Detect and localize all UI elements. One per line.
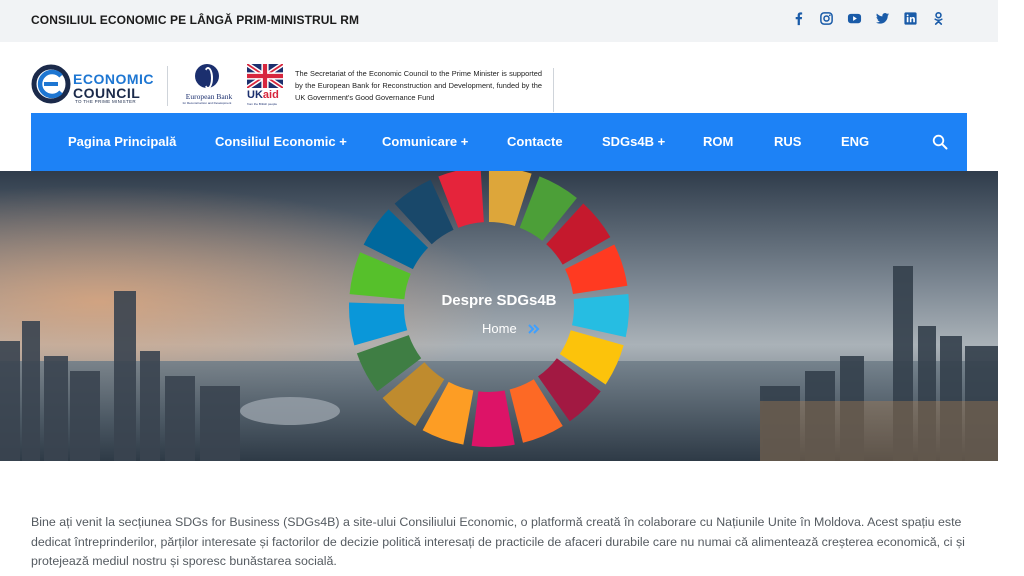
twitter-icon[interactable] — [875, 11, 890, 26]
odnoklassniki-icon[interactable] — [931, 11, 946, 26]
breadcrumb-home[interactable]: Home — [482, 321, 517, 336]
linkedin-icon[interactable] — [903, 11, 918, 26]
economic-council-logo[interactable]: ECONOMIC COUNCIL TO THE PRIME MINISTER — [31, 64, 161, 108]
ebrd-logo[interactable]: European Bank for Reconstruction and Dev… — [174, 62, 240, 108]
nav-item-eng[interactable]: ENG — [841, 134, 869, 149]
secretariat-support-text: The Secretariat of the Economic Council … — [295, 69, 542, 102]
hero-banner: Despre SDGs4B Home — [0, 171, 998, 461]
ebrd-name: European Bank — [185, 92, 233, 101]
header-divider — [553, 68, 554, 112]
sdg-wheel-segment — [471, 390, 515, 447]
ukaid-wordmark: UKaid — [247, 89, 279, 101]
intro-paragraph: Bine ați venit la secțiunea SDGs for Bus… — [31, 515, 965, 568]
nav-item-sdgs4b[interactable]: SDGs4B + — [602, 134, 665, 149]
ebrd-subtitle: for Reconstruction and Development — [182, 101, 232, 105]
sdg-color-wheel — [348, 171, 630, 447]
nav-item-home[interactable]: Pagina Principală — [68, 134, 176, 149]
instagram-icon[interactable] — [819, 11, 834, 26]
ukaid-logo[interactable]: UKaid from the British people — [247, 64, 283, 108]
youtube-icon[interactable] — [847, 11, 862, 26]
nav-item-contacte[interactable]: Contacte — [507, 134, 563, 149]
social-links — [791, 11, 946, 26]
nav-item-comunicare[interactable]: Comunicare + — [382, 134, 468, 149]
ukaid-tagline: from the British people — [247, 102, 278, 106]
double-chevron-right-icon — [528, 324, 540, 334]
page-title: Despre SDGs4B — [441, 292, 557, 309]
nav-item-rus[interactable]: RUS — [774, 134, 801, 149]
site-brand-title: CONSILIUL ECONOMIC PE LÂNGĂ PRIM-MINISTR… — [31, 13, 360, 27]
main-navigation: Pagina Principală Consiliul Economic + C… — [31, 113, 967, 171]
facebook-icon[interactable] — [791, 11, 806, 26]
nav-item-rom[interactable]: ROM — [703, 134, 733, 149]
logo-tagline: TO THE PRIME MINISTER — [75, 99, 136, 104]
nav-item-consiliul-economic[interactable]: Consiliul Economic + — [215, 134, 347, 149]
partner-logos: ECONOMIC COUNCIL TO THE PRIME MINISTER E… — [31, 62, 555, 112]
ebrd-emblem-icon — [195, 64, 219, 89]
top-bar: CONSILIUL ECONOMIC PE LÂNGĂ PRIM-MINISTR… — [0, 0, 998, 42]
union-jack-icon — [247, 64, 283, 88]
logo-divider — [167, 66, 168, 106]
search-icon[interactable] — [932, 134, 948, 150]
economic-council-emblem-icon — [31, 64, 71, 104]
